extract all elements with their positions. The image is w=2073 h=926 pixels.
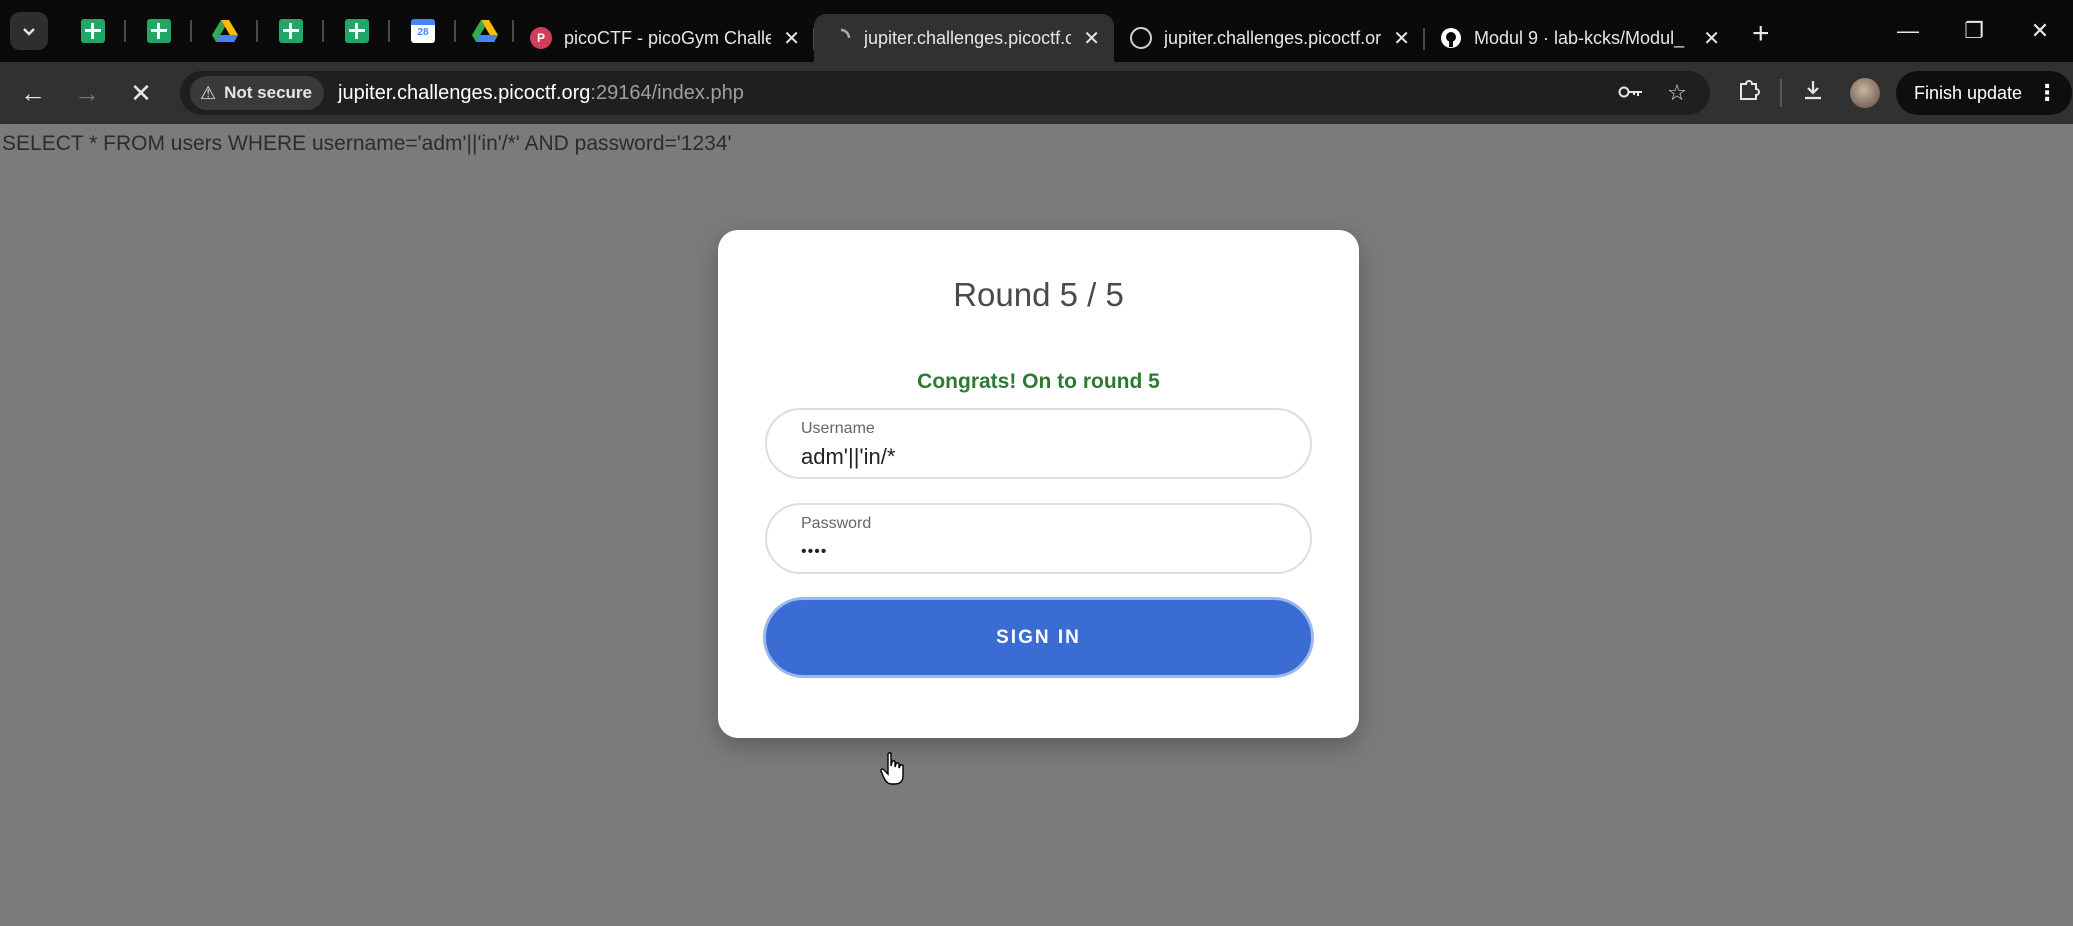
chevron-down-icon [23,28,35,36]
google-drive-icon [212,20,238,42]
tab-search-button[interactable] [10,12,48,50]
pinned-tab-sheets-1[interactable] [60,0,126,62]
finish-update-button[interactable]: Finish update ⋮ [1896,71,2073,115]
picoctf-icon: P [530,27,552,49]
url-path: :29164/index.php [590,81,744,104]
tab-title: picoCTF - picoGym Challen [564,27,772,48]
sheets-icon [279,19,303,43]
finish-update-label: Finish update [1914,82,2023,103]
window-controls: — ❐ ✕ [1875,0,2073,62]
pinned-tab-calendar[interactable]: 28 [390,0,456,62]
hand-cursor-icon [880,752,904,785]
warning-triangle-icon: ⚠ [200,82,217,103]
profile-avatar[interactable] [1850,78,1880,108]
close-window-icon[interactable]: ✕ [2007,18,2073,44]
username-input[interactable]: adm'||'in/* [801,444,895,470]
round-title: Round 5 / 5 [953,276,1124,313]
tab-title: jupiter.challenges.picoctf.or [864,27,1072,48]
more-vertical-icon: ⋮ [2036,80,2059,105]
login-card: Round 5 / 5 Congrats! On to round 5 User… [718,230,1359,738]
pinned-tab-drive-2[interactable] [456,0,514,62]
security-label: Not secure [224,83,313,102]
password-label: Password [801,515,872,532]
google-drive-icon [472,20,498,42]
sign-in-button[interactable]: SIGN IN [763,597,1314,678]
close-icon[interactable]: ✕ [1083,26,1100,51]
security-chip[interactable]: ⚠ Not secure [190,76,325,110]
username-label: Username [801,420,875,437]
minimize-icon[interactable]: — [1875,18,1941,44]
toolbar-divider [1780,79,1782,107]
page-content: SELECT * FROM users WHERE username='adm'… [0,124,2073,926]
github-icon [1441,28,1461,48]
globe-icon [1130,27,1152,49]
url-text[interactable]: jupiter.challenges.picoctf.org:29164/ind… [338,82,744,105]
tab-title: jupiter.challenges.picoctf.or [1164,27,1382,48]
tab-strip: 28 P picoCTF - picoGym Challen ✕ jupiter… [0,0,2073,62]
username-field[interactable]: Username adm'||'in/* [765,408,1312,479]
close-icon[interactable]: ✕ [783,26,800,51]
browser-toolbar: ← → ✕ ⚠ Not secure jupiter.challenges.pi… [0,62,2073,124]
pinned-tab-drive-1[interactable] [192,0,258,62]
pinned-tab-sheets-3[interactable] [258,0,324,62]
address-bar[interactable]: ⚠ Not secure jupiter.challenges.picoctf.… [180,71,1710,115]
download-icon[interactable] [1788,79,1838,108]
url-host: jupiter.challenges.picoctf.org [338,81,591,104]
close-icon[interactable]: ✕ [1393,26,1410,51]
pinned-tab-sheets-4[interactable] [324,0,390,62]
congrats-message: Congrats! On to round 5 [917,370,1160,393]
tab-picoctf[interactable]: P picoCTF - picoGym Challen ✕ [514,14,815,62]
restore-icon[interactable]: ❐ [1941,18,2007,44]
sql-query-debug-text: SELECT * FROM users WHERE username='adm'… [2,132,732,155]
pinned-tab-sheets-2[interactable] [126,0,192,62]
password-key-icon[interactable] [1608,80,1654,106]
forward-arrow-icon[interactable]: → [66,72,108,114]
tab-github-modul[interactable]: Modul 9 · lab-kcks/Modul_ ✕ [1424,14,1734,62]
google-calendar-icon: 28 [411,19,435,43]
sheets-icon [147,19,171,43]
new-tab-plus-icon[interactable]: + [1752,17,1770,51]
tab-jupiter-active[interactable]: jupiter.challenges.picoctf.or ✕ [814,14,1114,62]
tab-jupiter-2[interactable]: jupiter.challenges.picoctf.or ✕ [1114,14,1425,62]
loading-icon [840,28,851,39]
back-arrow-icon[interactable]: ← [12,72,54,114]
sheets-icon [81,19,105,43]
close-icon[interactable]: ✕ [1703,26,1720,51]
stop-loading-icon[interactable]: ✕ [120,72,162,114]
extensions-puzzle-icon[interactable] [1724,79,1774,108]
password-field[interactable]: Password •••• [765,503,1312,574]
password-input[interactable]: •••• [801,543,827,561]
bookmark-star-icon[interactable]: ☆ [1654,80,1700,106]
sheets-icon [345,19,369,43]
tab-title: Modul 9 · lab-kcks/Modul_ [1474,27,1685,48]
